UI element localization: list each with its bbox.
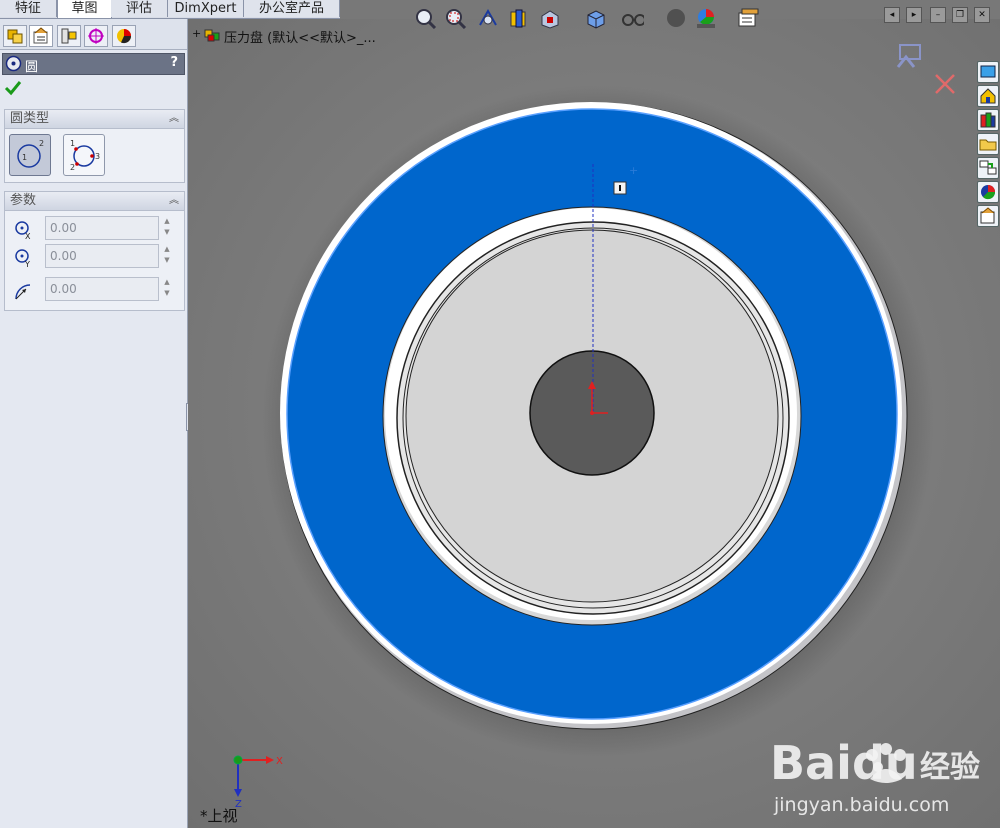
feature-tree-icon [7, 29, 23, 44]
property-manager-tab[interactable] [29, 25, 53, 47]
appearance-icon [117, 29, 132, 44]
center-circle-button[interactable]: 1 2 [9, 134, 51, 176]
circle-type-group: 圆类型 ︽ 1 2 1 2 3 [4, 109, 185, 183]
display-manager-tab[interactable] [112, 25, 136, 47]
part-model[interactable]: + X Z [188, 19, 1000, 828]
radius-spinner[interactable]: ▲ ▼ [160, 277, 174, 301]
triad-origin [233, 755, 243, 765]
svg-text:Bai: Bai [770, 736, 852, 790]
tab-sketch[interactable]: 草图 [57, 0, 112, 18]
svg-text:2: 2 [70, 163, 75, 172]
svg-text:Y: Y [24, 260, 30, 269]
radius-icon [15, 284, 31, 300]
circle-type-header[interactable]: 圆类型 ︽ [5, 110, 184, 129]
baidu-logo-icon: Bai du 经验 jingyan.baidu.com [770, 736, 980, 816]
cursor-crosshair-icon: + [629, 164, 638, 177]
graphics-viewport[interactable]: ◂ ▸ – ❐ ✕ + 压力盘 (默认<<默认>_... + X Z *上视 B… [188, 7, 1000, 828]
circle-icon [5, 55, 22, 72]
collapse-icon[interactable]: ︽ [169, 192, 179, 210]
center-y-row: Y 0.00 ▲ ▼ [9, 244, 179, 270]
radius-input[interactable]: 0.00 [45, 277, 159, 301]
center-circle-icon: 1 2 [17, 139, 44, 168]
center-x-input[interactable]: 0.00 [45, 216, 159, 240]
tab-features[interactable]: 特征 [0, 0, 57, 17]
tab-office-products[interactable]: 办公室产品 [244, 0, 340, 17]
pm-header: 圆 ? [2, 53, 185, 75]
property-icon [33, 27, 48, 44]
dimxpert-manager-tab[interactable] [84, 25, 108, 47]
collapse-icon[interactable]: ︽ [169, 110, 179, 128]
manager-tabs [0, 19, 187, 50]
center-y-icon: Y [15, 249, 30, 269]
svg-text:du: du [852, 736, 918, 790]
center-x-row: X 0.00 ▲ ▼ [9, 216, 179, 242]
group-title: 参数 [10, 193, 37, 208]
radius-row: 0.00 ▲ ▼ [9, 277, 179, 303]
view-name-label: *上视 [200, 807, 238, 825]
dimxpert-icon [88, 28, 104, 44]
perimeter-circle-icon: 1 2 3 [70, 139, 100, 172]
center-x-spinner[interactable]: ▲ ▼ [160, 216, 174, 240]
svg-text:1: 1 [70, 139, 75, 148]
center-x-icon: X [15, 221, 31, 241]
origin-point[interactable] [590, 411, 594, 415]
help-button[interactable]: ? [170, 55, 178, 70]
config-manager-tab[interactable] [57, 25, 81, 47]
watermark: Bai du 经验 jingyan.baidu.com [768, 719, 998, 819]
pm-title: 圆 [25, 60, 39, 75]
command-manager-tabs: 特征 草图 评估 DimXpert 办公室产品 [0, 0, 340, 19]
svg-text:jingyan.baidu.com: jingyan.baidu.com [773, 794, 949, 816]
svg-text:经验: 经验 [920, 750, 980, 785]
triad-x-arrow-icon [266, 756, 274, 764]
triad-z-arrow-icon [234, 789, 242, 797]
perimeter-circle-button[interactable]: 1 2 3 [63, 134, 105, 176]
ok-button[interactable] [4, 79, 22, 97]
triad-x-label: X [276, 756, 283, 767]
center-y-spinner[interactable]: ▲ ▼ [160, 244, 174, 268]
property-manager: 圆 ? 圆类型 ︽ 1 2 1 2 3 参数 ︽ X 0.00 ▲ ▼ Y 0.… [0, 19, 196, 828]
svg-text:X: X [25, 232, 31, 241]
group-title: 圆类型 [10, 111, 50, 126]
parameters-group: 参数 ︽ X 0.00 ▲ ▼ Y 0.00 ▲ ▼ 0.00 ▲ ▼ [4, 191, 185, 311]
tab-dimxpert[interactable]: DimXpert [168, 0, 244, 17]
feature-manager-tab[interactable] [3, 25, 27, 47]
center-y-input[interactable]: 0.00 [45, 244, 159, 268]
tab-evaluate[interactable]: 评估 [111, 0, 168, 17]
svg-text:2: 2 [39, 139, 44, 148]
configuration-icon [61, 28, 77, 44]
svg-text:3: 3 [95, 152, 100, 161]
parameters-header[interactable]: 参数 ︽ [5, 192, 184, 211]
svg-text:1: 1 [22, 153, 27, 162]
checkmark-icon [4, 81, 22, 96]
